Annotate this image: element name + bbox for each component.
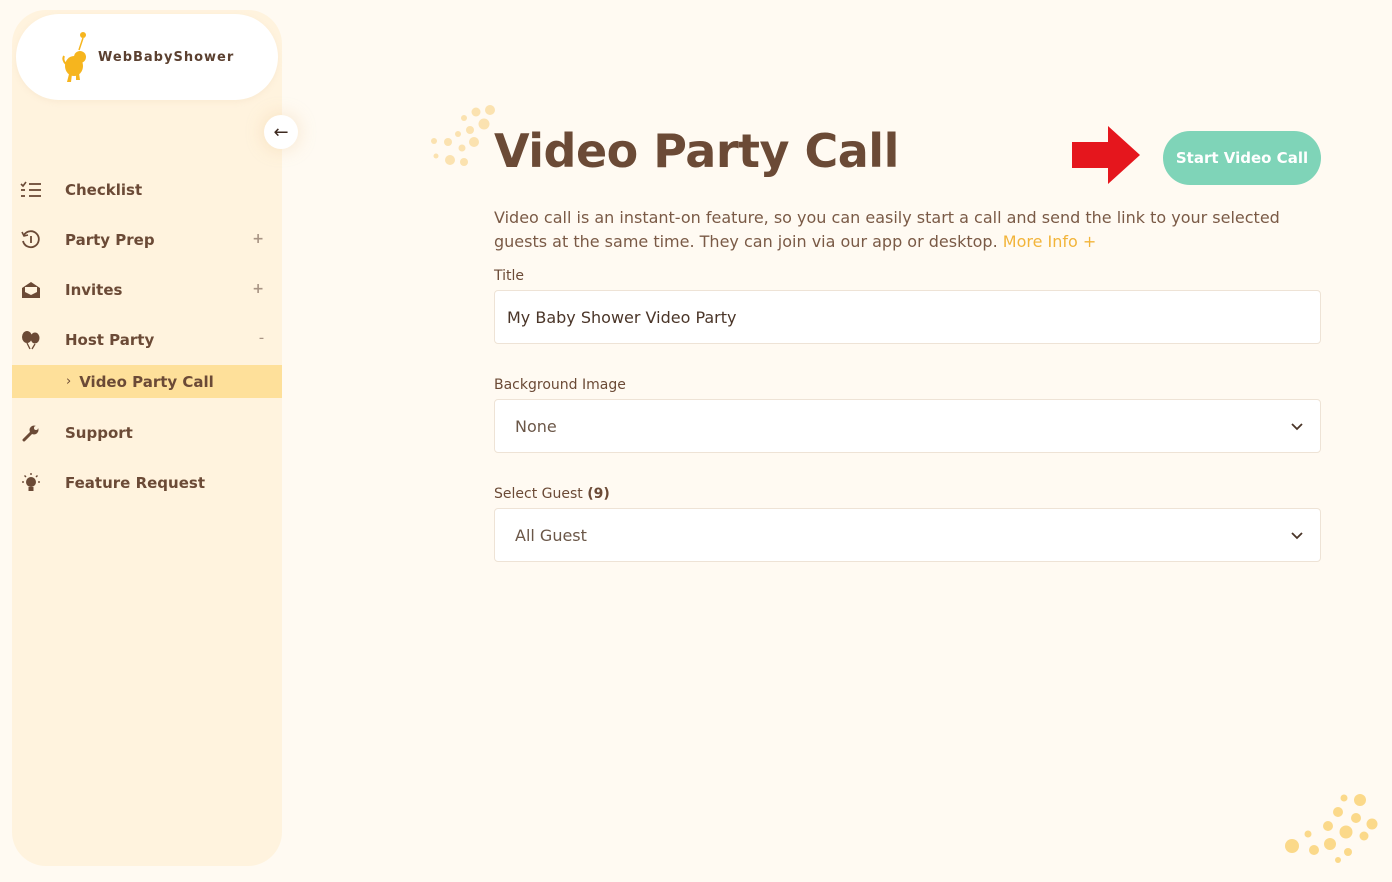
sidebar-item-host-party[interactable]: Host Party – bbox=[12, 315, 282, 365]
sidebar-item-label: Party Prep bbox=[65, 231, 155, 249]
arrow-left-icon: ← bbox=[273, 121, 289, 143]
background-image-select[interactable]: None bbox=[494, 399, 1321, 453]
elephant-balloon-logo-icon bbox=[62, 32, 86, 82]
sidebar-item-label: Support bbox=[65, 424, 133, 442]
sidebar-collapse-button[interactable]: ← bbox=[264, 115, 298, 149]
select-guest-label: Select Guest (9) bbox=[494, 486, 610, 502]
guest-count: (9) bbox=[587, 486, 610, 502]
expand-icon[interactable]: + bbox=[252, 231, 264, 247]
logo-card[interactable]: WebBabyShower bbox=[16, 14, 278, 100]
page-description: Video call is an instant-on feature, so … bbox=[494, 206, 1314, 254]
chevron-right-icon: › bbox=[66, 374, 72, 389]
decorative-dots-icon bbox=[1285, 794, 1378, 863]
sidebar-item-support[interactable]: Support bbox=[12, 408, 282, 458]
sidebar-item-label: Checklist bbox=[65, 181, 143, 199]
wrench-icon bbox=[20, 422, 42, 444]
sidebar-item-invites[interactable]: Invites + bbox=[12, 265, 282, 315]
sidebar-item-label: Host Party bbox=[65, 331, 155, 349]
sidebar: WebBabyShower ← Checklist Party Prep + I… bbox=[12, 10, 298, 866]
sidebar-subitem-label: Video Party Call bbox=[79, 372, 214, 391]
sidebar-item-feature-request[interactable]: Feature Request bbox=[12, 458, 282, 508]
expand-icon[interactable]: + bbox=[252, 281, 264, 297]
chevron-down-icon bbox=[1291, 423, 1303, 431]
sidebar-item-checklist[interactable]: Checklist bbox=[12, 165, 282, 215]
brand-name: WebBabyShower bbox=[98, 49, 235, 65]
red-arrow-icon bbox=[1072, 126, 1140, 184]
balloons-icon bbox=[20, 329, 42, 351]
title-input[interactable] bbox=[494, 290, 1321, 344]
sidebar-subitem-video-party-call[interactable]: › Video Party Call bbox=[12, 365, 282, 398]
background-image-label: Background Image bbox=[494, 377, 626, 393]
description-text: Video call is an instant-on feature, so … bbox=[494, 208, 1280, 251]
title-label: Title bbox=[494, 268, 525, 284]
page-title: Video Party Call bbox=[494, 124, 899, 178]
sidebar-item-party-prep[interactable]: Party Prep + bbox=[12, 215, 282, 265]
sidebar-item-label: Invites bbox=[65, 281, 123, 299]
checklist-icon bbox=[20, 179, 42, 201]
more-info-link[interactable]: More Info + bbox=[1003, 232, 1097, 251]
lightbulb-icon bbox=[20, 472, 42, 494]
background-image-value: None bbox=[515, 416, 557, 436]
select-guest-value: All Guest bbox=[515, 525, 587, 545]
sidebar-item-label: Feature Request bbox=[65, 474, 205, 492]
envelope-open-icon bbox=[20, 279, 42, 301]
select-guest-dropdown[interactable]: All Guest bbox=[494, 508, 1321, 562]
select-guest-label-text: Select Guest bbox=[494, 486, 583, 502]
collapse-icon[interactable]: – bbox=[259, 333, 264, 344]
start-video-call-button[interactable]: Start Video Call bbox=[1163, 131, 1321, 185]
chevron-down-icon bbox=[1291, 532, 1303, 540]
history-icon bbox=[20, 229, 42, 251]
sidebar-nav: Checklist Party Prep + Invites + Host Pa… bbox=[12, 165, 282, 508]
